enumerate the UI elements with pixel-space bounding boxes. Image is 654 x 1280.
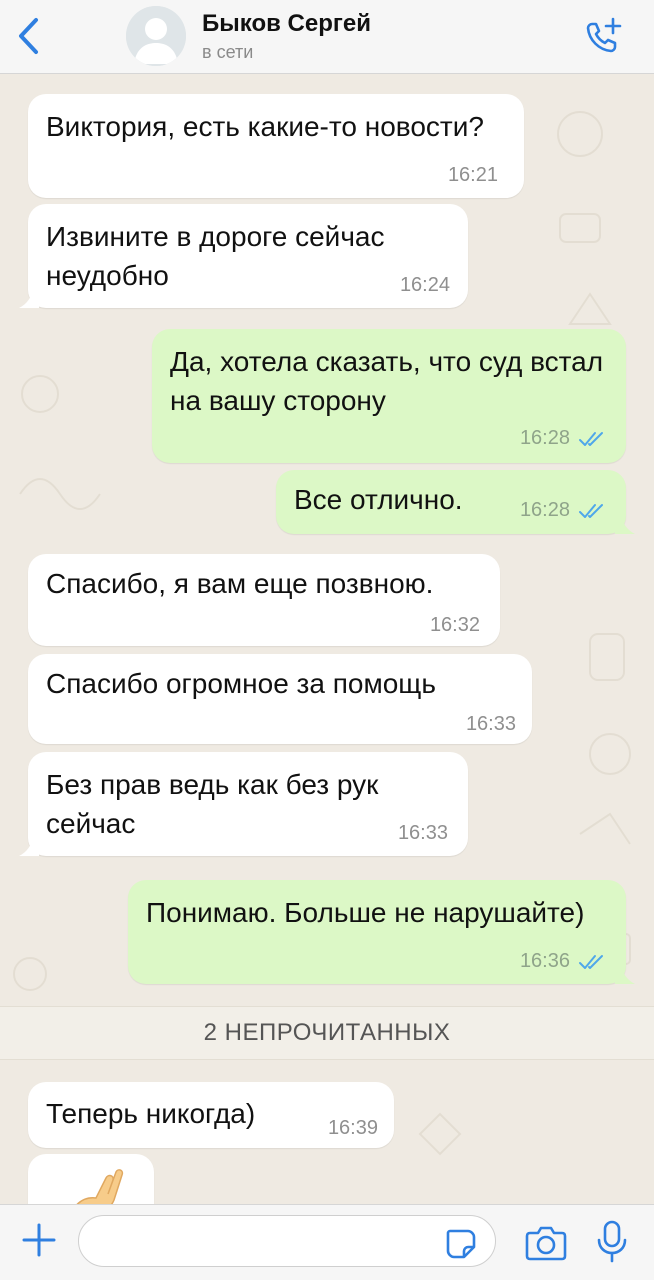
message-time: 16:28 (519, 499, 570, 521)
message-text: Спасибо огромное за помощь (46, 668, 436, 699)
plus-icon (22, 1223, 56, 1257)
chevron-left-icon (19, 18, 38, 54)
message-text: Извините в дороге сейчас неудобно (46, 221, 385, 291)
add-call-button[interactable] (580, 14, 628, 58)
message-bubble-outgoing[interactable]: Все отлично. 16:28 (276, 470, 635, 534)
crossed-fingers-emoji-icon (76, 1169, 124, 1204)
message-time: 16:33 (465, 713, 516, 735)
message-bubble-incoming[interactable]: Теперь никогда) 16:39 (28, 1082, 394, 1148)
message-time: 16:36 (519, 950, 570, 972)
message-time: 16:28 (519, 427, 570, 449)
message-time: 16:21 (447, 164, 498, 186)
message-bubble-outgoing[interactable]: Понимаю. Больше не нарушайте) 16:36 (128, 880, 635, 984)
message-list[interactable]: Виктория, есть какие-то новости? 16:21 И… (0, 74, 654, 1204)
message-time: 16:33 (397, 822, 448, 844)
message-bubble-incoming[interactable]: Спасибо огромное за помощь 16:33 (28, 654, 532, 744)
microphone-icon[interactable] (594, 1219, 630, 1265)
sticker-icon[interactable] (444, 1227, 478, 1261)
bubble-tail (615, 964, 635, 984)
message-text: Понимаю. Больше не нарушайте) (146, 897, 585, 928)
read-receipt-icon (579, 432, 603, 446)
bubble-tail (19, 288, 39, 308)
message-text: Спасибо, я вам еще позвною. (46, 568, 434, 599)
message-bubble-incoming[interactable] (28, 1154, 154, 1204)
contact-avatar[interactable] (126, 6, 186, 66)
message-time: 16:39 (327, 1117, 378, 1139)
attach-button[interactable] (18, 1219, 60, 1261)
message-time: 16:24 (399, 274, 450, 296)
message-input[interactable] (78, 1215, 496, 1267)
phone-plus-icon (586, 17, 622, 53)
camera-icon[interactable] (524, 1223, 568, 1263)
chat-header: Быков Сергей в сети (0, 0, 654, 74)
bubble-tail (615, 514, 635, 534)
message-text: Без прав ведь как без рук сейчас (46, 769, 379, 839)
default-avatar-icon (126, 6, 186, 66)
message-text: Да, хотела сказать, что суд встал на ваш… (170, 346, 604, 416)
unread-messages-divider: 2 НЕПРОЧИТАННЫХ (0, 1006, 654, 1060)
back-button[interactable] (10, 14, 46, 58)
message-bubble-incoming[interactable]: Без прав ведь как без рук сейчас 16:33 (19, 752, 468, 856)
message-bubble-incoming[interactable]: Виктория, есть какие-то новости? 16:21 (28, 94, 524, 198)
contact-status: в сети (202, 42, 254, 62)
contact-name[interactable]: Быков Сергей (202, 10, 371, 38)
message-bubble-incoming[interactable]: Спасибо, я вам еще позвною. 16:32 (28, 554, 500, 646)
message-time: 16:32 (429, 614, 480, 636)
message-input-bar (0, 1204, 654, 1280)
bubble-tail (19, 836, 39, 856)
message-bubble-incoming[interactable]: Извините в дороге сейчас неудобно 16:24 (19, 204, 468, 308)
message-text: Виктория, есть какие-то новости? (46, 111, 484, 142)
read-receipt-icon (579, 504, 603, 518)
read-receipt-icon (579, 955, 603, 969)
message-bubble-outgoing[interactable]: Да, хотела сказать, что суд встал на ваш… (152, 329, 626, 463)
